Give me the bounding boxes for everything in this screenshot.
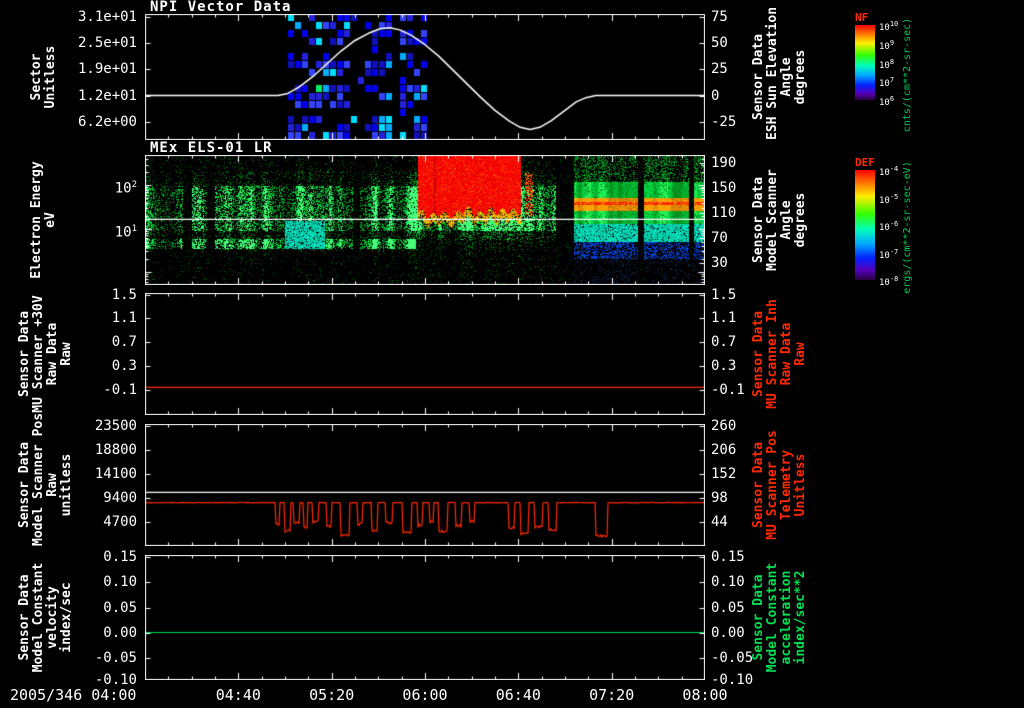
right-axis-label: Sensor Data MU Scanner Inh Raw Data Raw bbox=[751, 299, 808, 409]
left-tick-label: 2.5e+01 bbox=[77, 34, 137, 51]
x-axis-start-label: 2005/346 04:00 bbox=[10, 686, 137, 704]
panel-title: NPI Vector Data bbox=[150, 0, 292, 15]
colorbar-tick-label: 10-6 bbox=[879, 220, 899, 233]
x-axis: 2005/346 04:00 04:40 05:20 06:00 06:40 07:20… bbox=[0, 686, 1024, 706]
colorbar-unit-label: cnts/(cm**2-sr-sec) bbox=[902, 17, 913, 133]
colorbar-tick-label: 109 bbox=[879, 38, 895, 52]
figure: NPI Vector Data 3.1e+01 2.5e+01 1.9e+01 1.2… bbox=[0, 0, 1024, 708]
colorbar-nf: NF 1010 109 108 107 106 cnts/(cm**2-sr-sec) bbox=[855, 11, 1005, 140]
right-axis-label: Sensor Data MU Scanner Pos Telemetry Unitle… bbox=[751, 430, 808, 540]
left-tick-label: 101 bbox=[114, 223, 137, 241]
els-spectrogram-canvas bbox=[145, 155, 705, 285]
colorbar-tick-label: 10-8 bbox=[879, 275, 899, 288]
npi-spectrogram-canvas bbox=[145, 14, 705, 140]
colorbar-tick-label: 10-4 bbox=[879, 165, 899, 178]
panel-scanner-pos: 23500 18800 14100 9400 4700 260 206 152 98 44 Se… bbox=[0, 412, 1024, 546]
colorbar-unit-label: ergs/(cm**2-sr-sec-eV) bbox=[902, 161, 913, 294]
right-axis-label: Sensor Data ESH Sun Elevation Angle degrees bbox=[751, 6, 808, 140]
x-axis-tick-label: 04:40 bbox=[215, 686, 261, 704]
colorbar-tick-label: 1010 bbox=[879, 20, 899, 33]
x-axis-tick-label: 05:20 bbox=[309, 686, 355, 704]
x-axis-tick-label: 06:00 bbox=[402, 686, 448, 704]
left-axis-label: Sensor Data Model Scanner Pos Raw unitless bbox=[17, 412, 74, 546]
colorbar-title: NF bbox=[855, 11, 869, 24]
left-axis-label: Sensor Data Model Constant velocity index/s… bbox=[17, 562, 74, 673]
x-axis-tick-label: 06:40 bbox=[495, 686, 541, 704]
mu-scanner-raw-canvas bbox=[145, 293, 705, 415]
colorbar-tick-label: 10-7 bbox=[879, 247, 899, 261]
colorbar-gradient bbox=[855, 170, 875, 280]
left-axis-ticks: 3.1e+01 2.5e+01 1.9e+01 1.2e+01 6.2e+00 bbox=[55, 9, 140, 140]
panel-title: MEx ELS-01 LR bbox=[150, 140, 273, 156]
left-tick-label: 3.1e+01 bbox=[77, 8, 137, 25]
right-axis-label: Sensor Data Model Scanner Angle degrees bbox=[751, 169, 808, 271]
left-axis-label: Electron Energy eV bbox=[29, 161, 58, 279]
left-axis-label: Sector Unitless bbox=[29, 45, 58, 109]
left-axis-label: Sensor Data MU Scanner +30V Raw Data Raw bbox=[17, 295, 74, 413]
left-axis-ticks: 102 101 bbox=[55, 155, 140, 285]
left-tick-label: 6.2e+00 bbox=[77, 114, 137, 131]
left-tick-label: 1.9e+01 bbox=[77, 61, 137, 78]
scanner-pos-canvas bbox=[145, 424, 705, 546]
colorbar-tick-label: 106 bbox=[879, 95, 895, 108]
panel-model-constant: 0.15 0.10 0.05 0.00 -0.05 -0.10 0.15 0.10 0.05 0… bbox=[0, 549, 1024, 688]
colorbar-title: DEF bbox=[855, 156, 875, 169]
left-tick-label: 1.2e+01 bbox=[77, 87, 137, 104]
right-axis-label: Sensor Data Model Constant acceleration ind… bbox=[751, 562, 808, 673]
model-constant-canvas bbox=[145, 555, 705, 680]
colorbar-tick-label: 107 bbox=[879, 76, 895, 90]
colorbar-gradient bbox=[855, 25, 875, 100]
x-axis-tick-label: 08:00 bbox=[682, 686, 728, 704]
colorbar-tick-label: 108 bbox=[879, 57, 895, 71]
left-tick-label: 102 bbox=[114, 180, 137, 197]
colorbar-def: DEF 10-4 10-5 10-6 10-7 10-8 ergs/(cm**2-sr-… bbox=[855, 156, 1005, 320]
colorbar-tick-label: 10-5 bbox=[879, 192, 899, 206]
x-axis-tick-label: 07:20 bbox=[589, 686, 635, 704]
